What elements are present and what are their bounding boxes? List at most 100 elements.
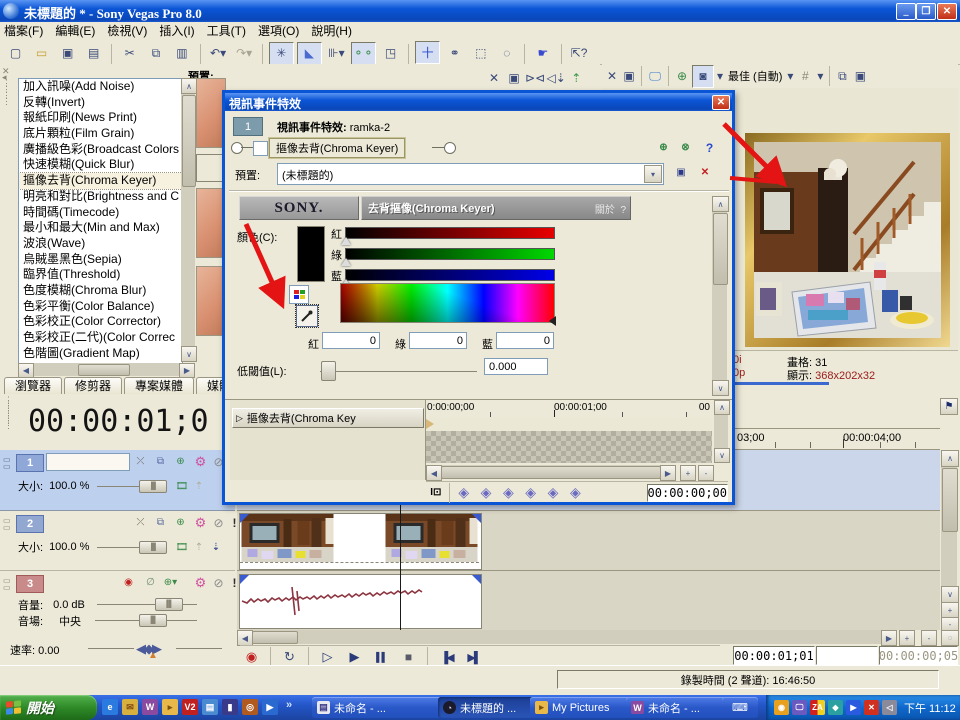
save-preset-icon[interactable]: ▣ (671, 165, 691, 180)
scroll-thumb[interactable] (78, 364, 130, 376)
split-screen-icon[interactable]: ◙ (692, 65, 714, 88)
zoom-tool-icon[interactable]: ◌ (495, 43, 518, 64)
sync-cursor-icon[interactable]: I⊡ (426, 485, 446, 500)
make-composite-child-icon[interactable]: ⇣ (207, 540, 224, 555)
external-monitor-icon[interactable]: 🖵 (645, 66, 665, 87)
effect-item[interactable]: 波浪(Wave) (19, 236, 182, 252)
rate-slider-track[interactable] (88, 648, 134, 649)
size-slider-handle[interactable]: ▐▌ (139, 541, 167, 554)
eyedropper-button[interactable] (296, 305, 318, 327)
preset-combobox[interactable]: (未標題的) ▾ (277, 163, 664, 185)
timeline-vscroll[interactable]: ∧ ∨ + - (941, 450, 957, 630)
delete-preset-icon[interactable]: ✕ (695, 165, 715, 180)
quicklaunch-vegas-icon[interactable]: V2 (182, 699, 198, 715)
plugin-vscroll[interactable]: ∧ ∨ (712, 196, 727, 396)
green-gradient-slider[interactable] (345, 248, 555, 260)
scroll-right-icon[interactable]: ▶ (179, 363, 195, 378)
remove-plugin-icon[interactable]: ⊗ (677, 140, 694, 155)
effect-item[interactable]: 加入訊噪(Add Noise) (19, 79, 182, 95)
dialog-close-button[interactable]: ✕ (712, 95, 730, 110)
marker-tool-icon[interactable]: ⚑ (940, 398, 958, 415)
fx-list-hscroll[interactable]: ◀ ▶ (18, 363, 195, 376)
chevron-down-icon[interactable]: ▾ (814, 66, 826, 87)
tray-display-icon[interactable]: 🖵 (792, 700, 807, 715)
green-value-field[interactable]: 0 (409, 332, 467, 349)
auto-ripple-icon[interactable]: ⚭ (443, 43, 466, 64)
size-slider-handle[interactable]: ▐▌ (139, 480, 167, 493)
quicklaunch-ie2-icon[interactable]: ◎ (242, 699, 258, 715)
scroll-up-icon[interactable]: ∧ (714, 400, 730, 415)
make-composite-parent-icon[interactable]: ⇡ (190, 540, 207, 555)
track-fx-icon[interactable]: ⊕ (172, 515, 189, 530)
snapping-icon[interactable]: ⼗ (415, 41, 440, 64)
track-header-2[interactable]: ▭▭ 2 ⤫ ⧉ ⊕ ⚙ ⊘ ! 大小: 100.0 % ▐▌ 🎞 ⇡ ⇣ (0, 511, 235, 571)
blue-value-field[interactable]: 0 (496, 332, 554, 349)
new-project-icon[interactable]: ▢ (4, 43, 27, 64)
invert-phase-icon[interactable]: ∅ (142, 575, 159, 590)
selection-start-display[interactable] (816, 646, 878, 665)
keyframe-row[interactable] (426, 417, 712, 432)
effect-item[interactable]: 烏賊墨黑色(Sepia) (19, 252, 182, 268)
scroll-down-icon[interactable]: ∨ (181, 346, 197, 362)
scroll-down-icon[interactable]: ∨ (714, 448, 730, 463)
scroll-left-icon[interactable]: ◀ (237, 630, 253, 646)
video-event[interactable] (239, 513, 482, 570)
chevron-down-icon[interactable]: ▾ (784, 66, 796, 87)
color-spectrum-picker[interactable] (340, 283, 555, 323)
scroll-up-icon[interactable]: ∧ (941, 450, 959, 467)
fx-enabled-checkbox[interactable] (253, 141, 268, 156)
track-number[interactable]: 1 (16, 454, 44, 472)
track-grip[interactable]: ▭▭ (3, 577, 13, 617)
zoom-out-time-icon[interactable]: - (921, 630, 937, 646)
scroll-thumb[interactable] (182, 95, 196, 187)
tray-za-icon[interactable]: ZA (810, 700, 825, 715)
effect-item[interactable]: 明亮和對比(Brightness and C (19, 189, 182, 205)
about-link[interactable]: 關於 ? (595, 201, 626, 216)
cursor-time-display[interactable]: 00:00:01;01 (733, 646, 815, 665)
tray-messenger-icon[interactable]: ◆ (828, 700, 843, 715)
quicklaunch-player-icon[interactable]: ▶ (262, 699, 278, 715)
task-button-2[interactable]: ◔ 未標題的 ... (438, 697, 536, 718)
keyframe-vscroll[interactable]: ∧ ∨ (714, 400, 728, 463)
first-keyframe-button[interactable]: ◈ (453, 483, 475, 502)
event-fx-clock-icon[interactable]: 🎞 (173, 540, 190, 555)
scroll-right-icon[interactable]: ▶ (881, 630, 897, 646)
menu-item[interactable]: 編輯(E) (51, 22, 103, 42)
keyframe-cursor-time[interactable]: 00:00:00;00 (647, 484, 728, 502)
bypass-motion-blur-icon[interactable]: ⤫ (132, 515, 149, 530)
track-fx-icon[interactable]: ⊕▾ (162, 575, 179, 590)
color-swatch[interactable] (297, 226, 325, 282)
low-threshold-track[interactable] (320, 371, 477, 372)
dialog-title-bar[interactable]: 視訊事件特效 ✕ (225, 93, 732, 111)
menu-item[interactable]: 插入(I) (155, 22, 202, 42)
effect-item[interactable]: 報紙印刷(News Print) (19, 110, 182, 126)
dock-tab[interactable]: 瀏覽器 (4, 377, 62, 395)
undo-icon[interactable]: ↶▾ (207, 43, 230, 64)
tray-clock[interactable]: 下午 11:12 (904, 700, 956, 716)
tray-close-icon[interactable]: ✕ (864, 700, 879, 715)
mute-icon[interactable]: ⊘ (210, 575, 227, 590)
tray-shield-icon[interactable]: ◉ (774, 700, 789, 715)
cursor-tool-icon[interactable]: ▣ (505, 67, 523, 88)
menu-item[interactable]: 說明(H) (307, 22, 360, 42)
event-fx-clock-icon[interactable]: 🎞 (173, 479, 190, 494)
green-slider-marker[interactable] (341, 258, 351, 266)
expander-icon[interactable]: ▷ (236, 413, 243, 424)
track-name-field[interactable] (46, 453, 130, 471)
big-time-display[interactable]: 00:00:01;0 (28, 404, 235, 439)
effect-item[interactable]: 色階圖(Gradient Map) (19, 346, 182, 362)
cut-icon[interactable]: ✂ (118, 43, 141, 64)
keyframe-ruler[interactable]: 0:00:00;00 00:00:01;00 00 (426, 400, 712, 418)
open-icon[interactable]: ▭ (30, 43, 53, 64)
scroll-down-icon[interactable]: ∨ (712, 380, 729, 396)
effect-item[interactable]: 色彩校正(Color Corrector) (19, 314, 182, 330)
effect-item[interactable]: 時間碼(Timecode) (19, 205, 182, 221)
save-icon[interactable]: ▣ (56, 43, 79, 64)
envelope-tool-icon[interactable]: ◣ (297, 42, 322, 65)
track-grip[interactable]: ▭▭ (3, 456, 13, 496)
fx-list-vscroll[interactable]: ∧ ∨ (181, 78, 195, 362)
quicklaunch-mail-icon[interactable]: ✉ (122, 699, 138, 715)
save-snapshot-icon[interactable]: ▣ (851, 66, 869, 87)
effect-item[interactable]: 反轉(Invert) (19, 95, 182, 111)
timeline-hscroll[interactable]: ◀ ▶ (237, 630, 897, 644)
